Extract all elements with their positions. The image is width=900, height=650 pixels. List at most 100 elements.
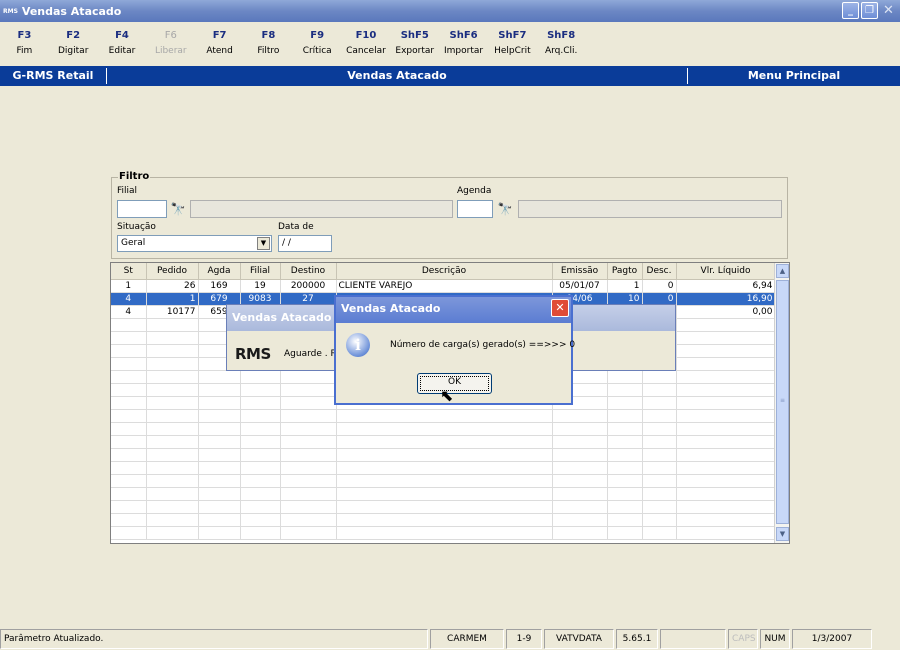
table-cell: 1 bbox=[607, 279, 643, 293]
table-row[interactable] bbox=[111, 409, 776, 423]
scroll-thumb[interactable]: ≡ bbox=[776, 280, 789, 524]
filial-search-button[interactable]: 🔭 bbox=[168, 200, 188, 218]
chevron-down-icon[interactable]: ▼ bbox=[257, 237, 270, 250]
table-row[interactable] bbox=[111, 422, 776, 436]
column-header[interactable]: Pedido bbox=[146, 263, 199, 280]
toolbar-exportar-button[interactable]: ShF5 Exportar bbox=[390, 28, 439, 64]
table-cell bbox=[642, 422, 677, 436]
toolbar-liberar-button[interactable]: F6 Liberar bbox=[146, 28, 195, 64]
agenda-search-button[interactable]: 🔭 bbox=[495, 200, 515, 218]
table-cell bbox=[146, 409, 199, 423]
toolbar-label: Filtro bbox=[257, 46, 280, 56]
column-header[interactable]: Desc. bbox=[642, 263, 677, 280]
header-system-name: G-RMS Retail bbox=[12, 69, 94, 82]
table-row[interactable] bbox=[111, 435, 776, 449]
table-row[interactable] bbox=[111, 448, 776, 462]
window-title-bar[interactable]: RMS Vendas Atacado _ ❐ ✕ bbox=[0, 0, 900, 22]
restore-button[interactable]: ❐ bbox=[861, 2, 878, 19]
toolbar-key: ShF6 bbox=[449, 30, 478, 41]
toolbar-cancelar-button[interactable]: F10 Cancelar bbox=[342, 28, 391, 64]
table-cell bbox=[336, 422, 553, 436]
table-cell bbox=[607, 370, 643, 384]
toolbar-label: Arq.Cli. bbox=[544, 46, 578, 56]
close-button[interactable]: ✕ bbox=[880, 2, 897, 19]
grid-vertical-scrollbar[interactable]: ▲ ≡ ▼ bbox=[774, 263, 789, 543]
data-label: Data de bbox=[278, 222, 314, 232]
situacao-select[interactable]: Geral ▼ bbox=[117, 235, 272, 252]
column-header[interactable]: Descrição bbox=[336, 263, 553, 280]
table-cell bbox=[336, 409, 553, 423]
table-cell bbox=[146, 383, 199, 397]
scroll-up-arrow-icon[interactable]: ▲ bbox=[776, 264, 789, 278]
header-main-menu[interactable]: Menu Principal bbox=[688, 66, 900, 86]
column-header[interactable]: Filial bbox=[240, 263, 281, 280]
column-header[interactable]: Emissão bbox=[552, 263, 608, 280]
table-cell bbox=[336, 474, 553, 488]
dialog-close-button[interactable]: ✕ bbox=[551, 299, 569, 317]
message-dialog: Vendas Atacado ✕ i Número de carga(s) ge… bbox=[334, 295, 576, 405]
binoculars-icon: 🔭 bbox=[497, 202, 513, 216]
table-row[interactable] bbox=[111, 500, 776, 514]
table-cell bbox=[146, 435, 199, 449]
agenda-input[interactable] bbox=[457, 200, 493, 218]
table-cell bbox=[198, 474, 241, 488]
table-cell bbox=[240, 487, 281, 501]
toolbar-importar-button[interactable]: ShF6 Importar bbox=[439, 28, 488, 64]
table-cell bbox=[146, 474, 199, 488]
column-header[interactable]: St bbox=[111, 263, 147, 280]
toolbar-digitar-button[interactable]: F2 Digitar bbox=[49, 28, 98, 64]
table-cell bbox=[146, 461, 199, 475]
table-cell bbox=[198, 448, 241, 462]
table-cell bbox=[676, 526, 776, 540]
data-input[interactable]: / / bbox=[278, 235, 332, 252]
table-cell bbox=[111, 396, 147, 410]
toolbar-critica-button[interactable]: F9 Crítica bbox=[293, 28, 342, 64]
toolbar-fim-button[interactable]: F3 Fim bbox=[0, 28, 49, 64]
scroll-down-arrow-icon[interactable]: ▼ bbox=[776, 527, 789, 541]
waiting-message: Aguarde . R bbox=[284, 349, 337, 359]
table-cell: 1 bbox=[146, 292, 199, 306]
table-cell bbox=[146, 526, 199, 540]
table-cell bbox=[676, 500, 776, 514]
table-cell bbox=[146, 344, 199, 358]
table-cell bbox=[607, 435, 643, 449]
column-header[interactable]: Agda bbox=[198, 263, 241, 280]
table-cell: 10177 bbox=[146, 305, 199, 319]
toolbar-editar-button[interactable]: F4 Editar bbox=[98, 28, 147, 64]
table-row[interactable] bbox=[111, 487, 776, 501]
toolbar-helpcrit-button[interactable]: ShF7 HelpCrit bbox=[488, 28, 537, 64]
ok-button[interactable]: OK bbox=[417, 373, 492, 394]
table-cell bbox=[240, 422, 281, 436]
minimize-button[interactable]: _ bbox=[842, 2, 859, 19]
message-dialog-title-bar[interactable]: Vendas Atacado ✕ bbox=[336, 297, 571, 323]
table-cell bbox=[111, 422, 147, 436]
table-cell: 19 bbox=[240, 279, 281, 293]
column-header[interactable]: Destino bbox=[280, 263, 337, 280]
toolbar-label: Cancelar bbox=[346, 46, 386, 56]
table-cell bbox=[642, 513, 677, 527]
table-row[interactable]: 1 26 169 19 200000 CLIENTE VAREJO 05/01/07 1 0 6,… bbox=[111, 279, 776, 293]
table-cell bbox=[111, 357, 147, 371]
column-header[interactable]: Vlr. Líquido bbox=[676, 263, 776, 280]
toolbar-filtro-button[interactable]: F8 Filtro bbox=[244, 28, 293, 64]
table-row[interactable] bbox=[111, 474, 776, 488]
table-cell bbox=[336, 487, 553, 501]
table-row[interactable] bbox=[111, 461, 776, 475]
filial-input[interactable] bbox=[117, 200, 167, 218]
table-cell bbox=[676, 448, 776, 462]
table-cell bbox=[607, 526, 643, 540]
dialog-message: Número de carga(s) gerado(s) ==>>> 0 bbox=[390, 340, 576, 350]
table-cell bbox=[146, 487, 199, 501]
column-header[interactable]: Pagto bbox=[607, 263, 643, 280]
table-cell bbox=[607, 383, 643, 397]
table-cell bbox=[146, 318, 199, 332]
table-cell bbox=[336, 461, 553, 475]
table-cell bbox=[642, 370, 677, 384]
toolbar-arqcli-button[interactable]: ShF8 Arq.Cli. bbox=[537, 28, 586, 64]
toolbar-atend-button[interactable]: F7 Atend bbox=[195, 28, 244, 64]
table-row[interactable] bbox=[111, 513, 776, 527]
table-row[interactable] bbox=[111, 526, 776, 540]
table-cell bbox=[676, 461, 776, 475]
table-cell bbox=[111, 526, 147, 540]
table-cell bbox=[111, 461, 147, 475]
